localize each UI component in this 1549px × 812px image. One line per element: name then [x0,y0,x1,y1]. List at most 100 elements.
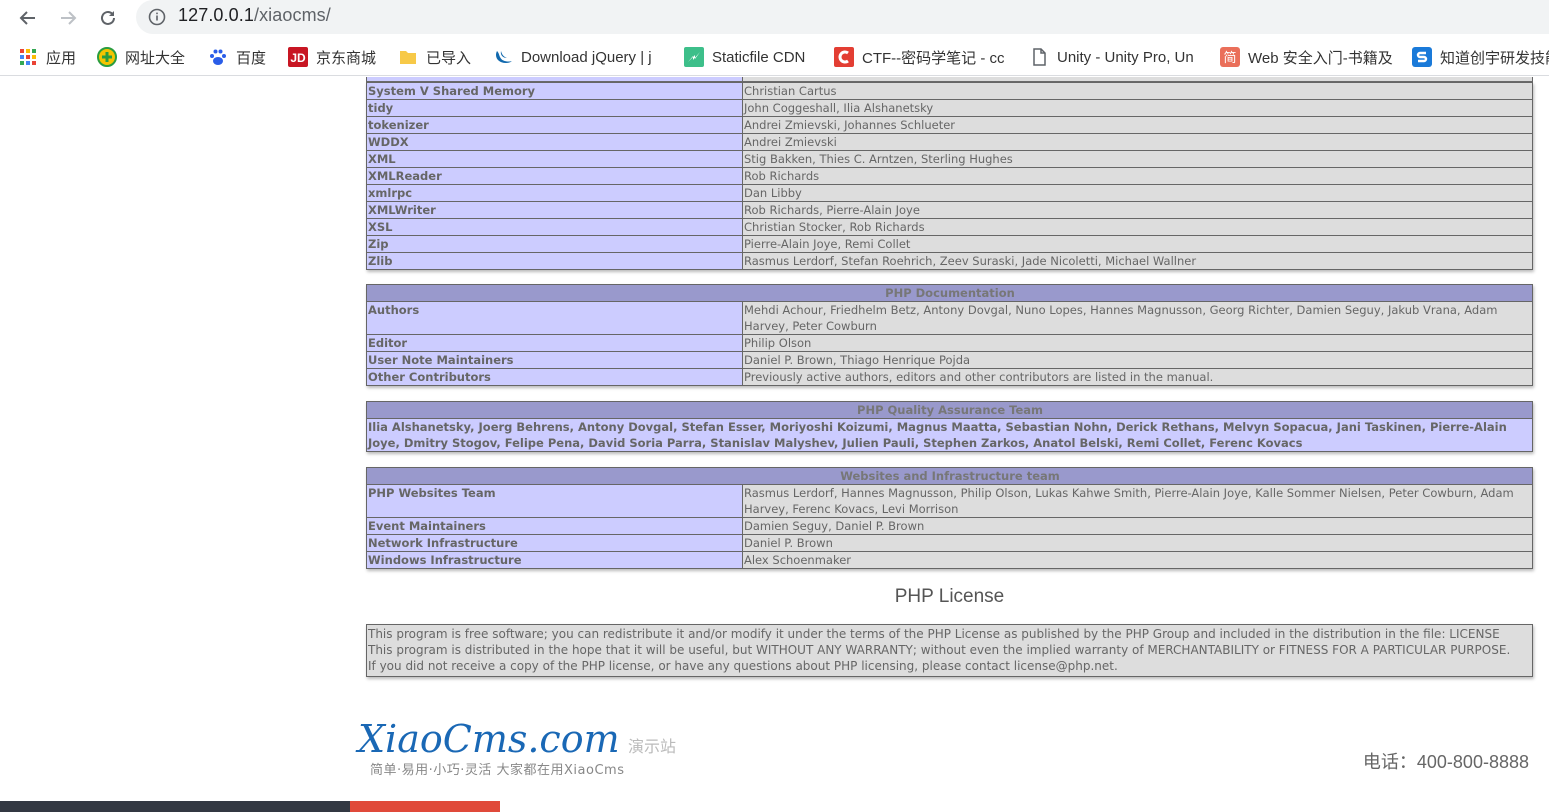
qa-header-row: PHP Quality Assurance Team [366,401,1533,419]
bookmark-knownsec[interactable]: 知道创宇研发技能 [1412,46,1549,68]
jd-icon: JD [288,47,308,67]
bookmark-label: 已导入 [426,49,472,67]
table-row: System V Shared Memory Christian Cartus [366,82,1533,100]
row-name: WDDX [366,133,743,151]
bookmark-jquery[interactable]: Download jQuery | j [493,46,669,68]
table-row: tidy John Coggeshall, Ilia Alshanetsky [366,99,1533,117]
url-path: /xiaocms/ [253,5,331,25]
reload-button[interactable] [94,4,122,32]
bookmark-label: Unity - Unity Pro, Un [1057,48,1194,66]
jianshu-icon: 简 [1220,47,1240,67]
credits-modules-table: System V Shared Memory Christian Cartus ti… [366,82,1533,270]
row-value: Christian Cartus [742,82,1533,100]
qa-members-row: Ilia Alshanetsky, Joerg Behrens, Antony … [366,418,1533,452]
license-line: This program is distributed in the hope … [368,643,1511,657]
bottom-nav-highlight[interactable] [350,801,500,812]
bookmark-apps[interactable]: 应用 [18,46,76,68]
row-name: Event Maintainers [366,517,743,535]
row-value: Daniel P. Brown, Thiago Henrique Pojda [742,351,1533,369]
folder-icon [398,47,418,67]
row-name: Editor [366,334,743,352]
table-row: Network Infrastructure Daniel P. Brown [366,534,1533,552]
row-name: xmlrpc [366,184,743,202]
back-button[interactable] [14,4,42,32]
websites-body: Websites and Infrastructure team PHP Web… [366,467,1533,569]
table-row: Authors Mehdi Achour, Friedhelm Betz, Ant… [366,301,1533,335]
bookmark-staticfile[interactable]: Staticfile CDN [684,46,805,68]
table-row: Zlib Rasmus Lerdorf, Stefan Roehrich, Zee… [366,252,1533,270]
row-name: User Note Maintainers [366,351,743,369]
cutoff-row-name-cell [367,77,743,81]
row-value: Rasmus Lerdorf, Hannes Magnusson, Philip… [742,484,1533,518]
table-row: Zip Pierre-Alain Joye, Remi Collet [366,235,1533,253]
bookmark-folder-imported[interactable]: 已导入 [398,46,471,68]
bookmark-jd[interactable]: JD 京东商城 [288,46,376,68]
row-name: tidy [366,99,743,117]
row-value: Mehdi Achour, Friedhelm Betz, Antony Dov… [742,301,1533,335]
table-row: XSL Christian Stocker, Rob Richards [366,218,1533,236]
table-row: XML Stig Bakken, Thies C. Arntzen, Sterli… [366,150,1533,168]
svg-text:简: 简 [1223,50,1236,66]
bottom-nav-bar [0,801,350,812]
logo-brand-text: XiaoCms.com [358,717,620,761]
apps-grid-icon [18,47,38,67]
bookmark-unity[interactable]: Unity - Unity Pro, Un [1029,46,1201,68]
row-value: Stig Bakken, Thies C. Arntzen, Sterling … [742,150,1533,168]
row-name: Network Infrastructure [366,534,743,552]
row-value: Alex Schoenmaker [742,551,1533,569]
row-value: Daniel P. Brown [742,534,1533,552]
cutoff-row-value-cell [743,77,1532,81]
row-name: Authors [366,301,743,335]
row-value: Dan Libby [742,184,1533,202]
info-icon[interactable] [148,8,166,26]
websites-table: Websites and Infrastructure team PHP Web… [366,467,1533,569]
page-icon [1029,47,1049,67]
row-value: John Coggeshall, Ilia Alshanetsky [742,99,1533,117]
bookmark-label: 应用 [46,49,77,67]
page-viewport[interactable]: System V Shared Memory Christian Cartus ti… [0,77,1549,812]
staticfile-icon [684,47,704,67]
table-row: xmlrpc Dan Libby [366,184,1533,202]
license-line: If you did not receive a copy of the PHP… [368,659,1118,673]
browser-toolbar: 127.0.0.1/xiaocms/ [0,0,1549,36]
row-name: XML [366,150,743,168]
bookmark-label: Web 安全入门-书籍及 [1248,49,1393,67]
table-row: PHP Websites Team Rasmus Lerdorf, Hannes … [366,484,1533,518]
bookmark-ctf-notes[interactable]: CTF--密码学笔记 - cc [834,46,1010,68]
jquery-icon [493,47,513,67]
table-row: XMLReader Rob Richards [366,167,1533,185]
row-name: PHP Websites Team [366,484,743,518]
row-value: Damien Seguy, Daniel P. Brown [742,517,1533,535]
forward-button[interactable] [54,4,82,32]
row-value: Rob Richards, Pierre-Alain Joye [742,201,1533,219]
row-value: Rob Richards [742,167,1533,185]
address-bar[interactable]: 127.0.0.1/xiaocms/ [136,0,1549,34]
bookmark-label: CTF--密码学笔记 - cc [862,49,1005,67]
table-row: Other Contributors Previously active auth… [366,368,1533,386]
site-logo[interactable]: XiaoCms.com 演示站 简单·易用·小巧·灵活 大家都在用XiaoCms [358,717,676,778]
bookmark-baidu[interactable]: 百度 [208,46,266,68]
arrow-right-icon [61,11,77,25]
table-row: tokenizer Andrei Zmievski, Johannes Schlu… [366,116,1533,134]
url-host: 127.0.0.1 [178,5,254,25]
bookmarks-bar: 应用 网址大全 百度 JD 京东商城 已导入 Download jQuery |… [0,38,1549,76]
row-name: System V Shared Memory [366,82,743,100]
bookmark-web-security[interactable]: 简 Web 安全入门-书籍及 [1220,46,1394,68]
row-value: Andrei Zmievski, Johannes Schlueter [742,116,1533,134]
qa-team-header: PHP Quality Assurance Team [366,401,1533,419]
table-row: Event Maintainers Damien Seguy, Daniel P.… [366,517,1533,535]
row-name: Windows Infrastructure [366,551,743,569]
license-text-box: This program is free software; you can r… [366,624,1533,677]
url-text: 127.0.0.1/xiaocms/ [178,5,331,26]
reload-icon [101,10,115,25]
bookmark-hao123[interactable]: 网址大全 [97,46,185,68]
documentation-header: PHP Documentation [366,284,1533,302]
knownsec-icon [1412,47,1432,67]
bookmark-label: Staticfile CDN [712,48,806,66]
documentation-header-row: PHP Documentation [366,284,1533,302]
row-value: Rasmus Lerdorf, Stefan Roehrich, Zeev Su… [742,252,1533,270]
bookmark-label: 知道创宇研发技能 [1440,49,1549,67]
row-value: Christian Stocker, Rob Richards [742,218,1533,236]
baidu-paw-icon [208,47,228,67]
row-name: XMLReader [366,167,743,185]
